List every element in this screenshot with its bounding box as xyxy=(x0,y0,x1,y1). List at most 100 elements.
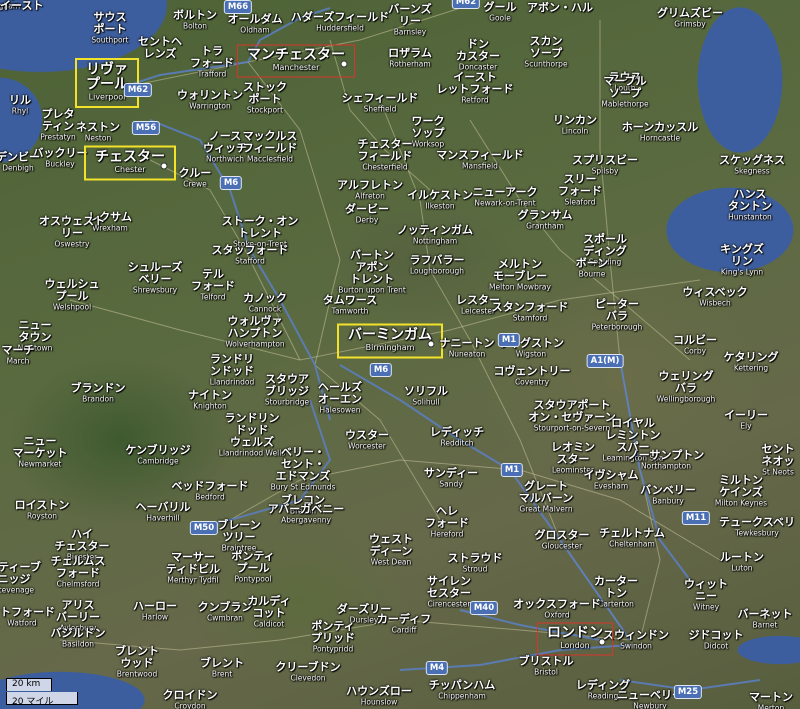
place-label-watford[interactable]: ワトフォードWatford xyxy=(0,606,55,628)
place-label-milton-keynes[interactable]: ミルトン ケインズ Milton Keynes xyxy=(715,474,767,508)
place-label-denbigh[interactable]: デンビー Denbigh xyxy=(0,151,40,173)
place-label-grantham[interactable]: グランサム Grantham xyxy=(518,209,573,231)
place-label-rotherham[interactable]: ロザラム Rotherham xyxy=(388,47,432,69)
place-label-great-malvern[interactable]: グレート マルバーン Great Malvern xyxy=(519,480,573,514)
place-label-oldham[interactable]: オールダム Oldham xyxy=(228,13,283,35)
place-label-neston[interactable]: ネストン Neston xyxy=(76,121,120,143)
place-label-bedford[interactable]: ベッドフォード Bedford xyxy=(172,480,249,502)
place-label-braintree[interactable]: ブレーン ツリー Braintree xyxy=(217,519,260,553)
place-label-horncastle[interactable]: ホーンカッスル Horncastle xyxy=(622,121,698,143)
place-label-worksop[interactable]: ワーク ソップ Worksop xyxy=(412,115,445,149)
place-label-didcot[interactable]: ジドコット Didcot xyxy=(689,629,744,651)
place-label-royston[interactable]: ロイストン Royston xyxy=(15,499,70,521)
place-label-manchester[interactable]: マンチェスター Manchester xyxy=(247,48,345,73)
place-label-stamford[interactable]: スタンフォード Stamford xyxy=(492,301,569,323)
place-label-liverpool[interactable]: リヴァ プール Liverpool xyxy=(86,62,128,102)
place-label-loughborough[interactable]: ラフバラー Loughborough xyxy=(410,254,465,276)
place-label-sheffield[interactable]: シェフィールド Sheffield xyxy=(342,92,419,114)
place-label-march[interactable]: マーチ March xyxy=(2,344,35,366)
place-label-pontypridd[interactable]: ポンティ プリッド Pontypridd xyxy=(311,620,355,654)
place-label-west-dean[interactable]: ウェスト ディーン West Dean xyxy=(369,533,413,567)
place-label-bolton[interactable]: ボルトン Bolton xyxy=(173,9,217,31)
place-label-evesham[interactable]: イヴシャム Evesham xyxy=(584,469,639,491)
place-label-worcester[interactable]: ウスター Worcester xyxy=(345,429,389,451)
place-label-welshpool[interactable]: ウェルシュ プール Welshpool xyxy=(45,278,100,312)
place-label-witney[interactable]: ウィット ニー Witney xyxy=(684,578,728,612)
place-label-chester[interactable]: チェスター Chester xyxy=(95,150,165,175)
place-label-caldicot[interactable]: カルディ コット Caldicot xyxy=(247,595,290,629)
place-label-clevedon[interactable]: クリーブドン Clevedon xyxy=(275,661,340,683)
place-label-newmarket[interactable]: ニュー マーケット Newmarket xyxy=(13,435,68,469)
place-label-stourbridge[interactable]: スタウア ブリッジ Stourbridge xyxy=(265,373,309,407)
place-label-merton[interactable]: マートン Merton xyxy=(749,691,793,709)
place-label-abergavenny[interactable]: アバーガベニー Abergavenny xyxy=(268,503,345,525)
place-label-stockport[interactable]: ストック ポート Stockport xyxy=(243,81,287,115)
place-label-croydon[interactable]: クロイドン Croydon xyxy=(163,689,218,709)
place-label-macclesfield[interactable]: マックルス フィールド Macclesfield xyxy=(243,130,298,164)
place-label-solihull[interactable]: ソリフル Solihull xyxy=(404,385,448,407)
place-label-jp-6[interactable]: アボン・ハル xyxy=(527,2,593,14)
place-label-derby[interactable]: ダービー Derby xyxy=(345,203,389,225)
place-label-chelmsford[interactable]: チェルムス フォード Chelmsford xyxy=(51,555,106,589)
place-label-mansfield[interactable]: マンスフィールド Mansfield xyxy=(436,149,524,171)
place-label-skegness[interactable]: スケッグネス Skegness xyxy=(719,154,785,176)
place-label-northampton[interactable]: ノーサンプトン Northampton xyxy=(628,449,704,471)
place-label-stevenage[interactable]: スティーブニッジStevenage xyxy=(0,561,41,595)
place-label-bury-st-edmunds[interactable]: ベリー・ セント・ エドマンズ Bury St Edmunds xyxy=(271,446,336,492)
place-label-banbury[interactable]: バンベリー Banbury xyxy=(640,484,696,506)
place-label-bristol[interactable]: ブリストル Bristol xyxy=(519,655,574,677)
place-label-wellingborough[interactable]: ウェリング バラ Wellingborough xyxy=(657,370,715,404)
place-label-goole[interactable]: グール Goole xyxy=(484,1,517,23)
place-label-buckley[interactable]: バックリー Buckley xyxy=(33,147,88,169)
place-label-llandrindod[interactable]: ランドリ ンドッド Llandrindod xyxy=(210,353,254,387)
place-label-birmingham[interactable]: バーミンガム Birmingham xyxy=(348,328,432,353)
place-label-prestatyn[interactable]: プレタ ティン Prestatyn xyxy=(40,108,76,142)
place-label-jp-8[interactable]: セントヘ レンズ xyxy=(138,36,182,60)
place-label-oswestry[interactable]: オスウェスト リー Oswestry xyxy=(39,215,105,249)
place-label-coventry[interactable]: コヴェントリー Coventry xyxy=(494,365,571,387)
place-label-sleaford[interactable]: スリー フォード Sleaford xyxy=(558,173,602,207)
place-label-kettering[interactable]: ケタリング Kettering xyxy=(724,351,779,373)
place-label-barnsley[interactable]: バーンズ リー Barnsley xyxy=(388,3,431,37)
place-label-basildon[interactable]: バジルドン Basildon xyxy=(51,627,106,649)
place-label-st-neots[interactable]: セント ネオッ St Neots xyxy=(762,443,795,477)
place-label-chippenham[interactable]: チッパンハム Chippenham xyxy=(429,679,496,701)
place-label-nuneaton[interactable]: ナニートン Nuneaton xyxy=(440,337,495,359)
place-label-newark-on-trent[interactable]: ニューアーク Newark-on-Trent xyxy=(473,186,538,208)
place-label-luton[interactable]: ルートン Luton xyxy=(720,551,764,573)
place-label-crewe[interactable]: クルー Crewe xyxy=(179,167,212,189)
place-label-cwmbran[interactable]: クンブラン Cwmbran xyxy=(198,601,253,623)
place-label-hereford[interactable]: ヘレ フォード Hereford xyxy=(425,505,469,539)
place-label-northwich[interactable]: ノース ウィッチ Northwich xyxy=(203,130,247,164)
place-label-melton-mowbray[interactable]: メルトン モーブレー Melton Mowbray xyxy=(489,258,551,292)
place-label-peterborough[interactable]: ピーター バラ Peterborough xyxy=(592,298,643,332)
place-label-knighton[interactable]: ナイトン Knighton xyxy=(188,389,232,411)
place-label-bourne[interactable]: ボーン Bourne xyxy=(576,257,608,279)
place-label-alfreton[interactable]: アルフレトン Alfreton xyxy=(337,179,403,201)
place-label-brentwood[interactable]: ブレント ウッド Brentwood xyxy=(115,645,159,679)
place-label-huddersfield[interactable]: ハダーズフィールド Huddersfield xyxy=(291,11,389,33)
map-canvas[interactable]: サウス ポート Southport ボルトン Bolton オールダム Oldham ハダーズ… xyxy=(0,0,800,709)
place-label-brent[interactable]: ブレント Brent xyxy=(200,657,244,679)
place-label-hunstanton[interactable]: ハンス タントン Hunstanton xyxy=(728,188,772,222)
place-label-scunthorpe[interactable]: スカン ソープ Scunthorpe xyxy=(524,35,567,69)
place-label-corby[interactable]: コルビー Corby xyxy=(673,334,717,356)
place-label-pontypool[interactable]: ポンティ プール Pontypool xyxy=(231,550,274,584)
place-label-cannock[interactable]: カノック Cannock xyxy=(243,292,287,314)
place-label-ely[interactable]: イーリー Ely xyxy=(724,409,768,431)
place-label-warrington[interactable]: ウォリントン Warrington xyxy=(177,89,243,111)
place-label-barnet[interactable]: バーネット Barnet xyxy=(738,608,793,630)
place-label-cambridge[interactable]: ケンブリッジ Cambridge xyxy=(125,444,190,466)
place-label-telford[interactable]: テル フォード Telford xyxy=(191,268,235,302)
place-label-sandy[interactable]: サンディー Sandy xyxy=(424,467,478,489)
place-label-wisbech[interactable]: ウィスベック Wisbech xyxy=(682,286,747,308)
place-label-king-s-lynn[interactable]: キングズ リン King's Lynn xyxy=(720,243,764,277)
place-label-stafford[interactable]: スタッフォード Stafford xyxy=(212,244,289,266)
place-label-merthyr-tydfil[interactable]: マーサー ティドビル Merthyr Tydfil xyxy=(166,551,220,585)
place-label-retford[interactable]: イースト レットフォード Retford xyxy=(437,71,514,105)
place-label-nottingham[interactable]: ノッティンガム Nottingham xyxy=(397,224,473,246)
place-label-redditch[interactable]: レディッチ Redditch xyxy=(430,426,484,448)
place-label-mablethorpe[interactable]: マーブル ソープ Mablethorpe xyxy=(601,75,648,109)
place-label-oxford[interactable]: オックスフォード Oxford xyxy=(513,598,601,620)
place-label-lincoln[interactable]: リンカン Lincoln xyxy=(553,114,597,136)
